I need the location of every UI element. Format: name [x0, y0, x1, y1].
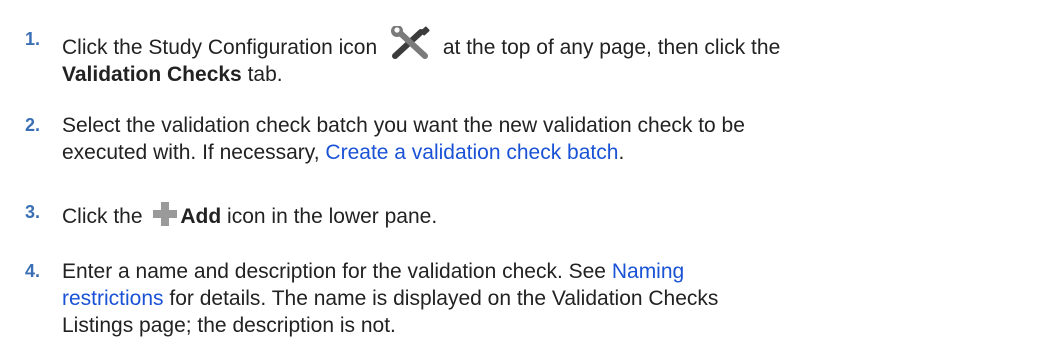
step-1-text-before-icon: Click the Study Configuration icon: [62, 36, 378, 59]
step-number: 4.: [24, 261, 40, 281]
add-label: Add: [180, 205, 222, 228]
step-text: Click the Study Configuration icon at th…: [62, 25, 1022, 88]
step-1-tail: tab.: [247, 63, 283, 86]
step-text: Select the validation check batch you wa…: [62, 112, 782, 166]
add-icon: [150, 199, 180, 229]
step-text: Enter a name and description for the val…: [62, 258, 782, 339]
step-number: 3.: [24, 202, 40, 222]
step-1-text-after-icon: at the top of any page, then click the: [442, 36, 781, 59]
step-number: 2.: [24, 115, 40, 135]
step-3-tail: icon in the lower pane.: [227, 205, 438, 228]
step-3-text-before-icon: Click the: [62, 205, 143, 228]
create-validation-check-batch-link[interactable]: Create a validation check batch: [325, 141, 618, 164]
tools-icon: [387, 25, 433, 60]
validation-checks-label: Validation Checks: [62, 63, 242, 86]
step-text: Click the Add icon in the lower pane.: [62, 199, 1022, 230]
step-4-text-before-link: Enter a name and description for the val…: [62, 260, 606, 283]
step-2-tail: .: [618, 141, 625, 164]
step-number: 1.: [24, 29, 40, 49]
